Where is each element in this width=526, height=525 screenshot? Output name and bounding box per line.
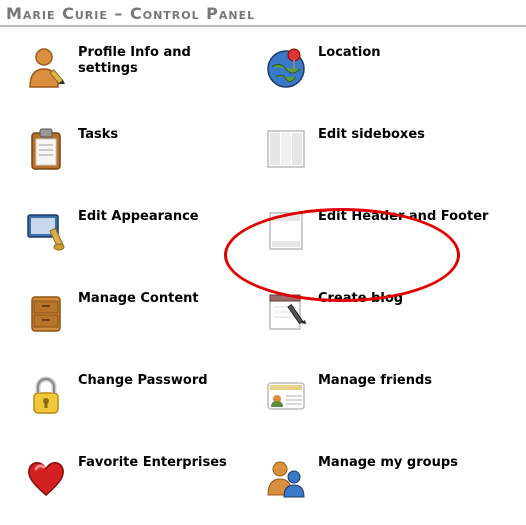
item-label: Edit sideboxes xyxy=(310,125,425,143)
item-label: Favorite Enterprises xyxy=(70,453,227,471)
item-profile[interactable]: Profile Info and settings xyxy=(0,33,252,115)
brush-theme-icon xyxy=(22,207,70,255)
item-label: Tasks xyxy=(70,125,118,143)
item-label: Edit Appearance xyxy=(70,207,199,225)
person-edit-icon xyxy=(22,43,70,91)
item-label: Create blog xyxy=(310,289,403,307)
item-location[interactable]: Location xyxy=(252,33,512,115)
heart-icon xyxy=(22,453,70,501)
page-layout-icon xyxy=(262,207,310,255)
item-friends[interactable]: Manage friends xyxy=(252,361,512,443)
clipboard-icon xyxy=(22,125,70,173)
item-password[interactable]: Change Password xyxy=(0,361,252,443)
item-tasks[interactable]: Tasks xyxy=(0,115,252,197)
item-sideboxes[interactable]: Edit sideboxes xyxy=(252,115,512,197)
page-title: Marie Curie – Control Panel xyxy=(0,0,526,27)
item-label: Profile Info and settings xyxy=(70,43,252,76)
archive-drawer-icon xyxy=(22,289,70,337)
globe-pin-icon xyxy=(262,43,310,91)
columns-page-icon xyxy=(262,125,310,173)
notepad-pen-icon xyxy=(262,289,310,337)
item-label: Edit Header and Footer xyxy=(310,207,488,225)
item-label: Manage friends xyxy=(310,371,432,389)
item-label: Manage my groups xyxy=(310,453,458,471)
item-label: Manage Content xyxy=(70,289,199,307)
id-card-icon xyxy=(262,371,310,419)
item-groups[interactable]: Manage my groups xyxy=(252,443,512,525)
item-label: Change Password xyxy=(70,371,208,389)
item-label: Location xyxy=(310,43,381,61)
item-header-footer[interactable]: Edit Header and Footer xyxy=(252,197,512,279)
item-appearance[interactable]: Edit Appearance xyxy=(0,197,252,279)
item-favorites[interactable]: Favorite Enterprises xyxy=(0,443,252,525)
users-group-icon xyxy=(262,453,310,501)
control-panel-grid: Profile Info and settings Location xyxy=(0,33,526,525)
item-blog[interactable]: Create blog xyxy=(252,279,512,361)
item-content[interactable]: Manage Content xyxy=(0,279,252,361)
lock-icon xyxy=(22,371,70,419)
